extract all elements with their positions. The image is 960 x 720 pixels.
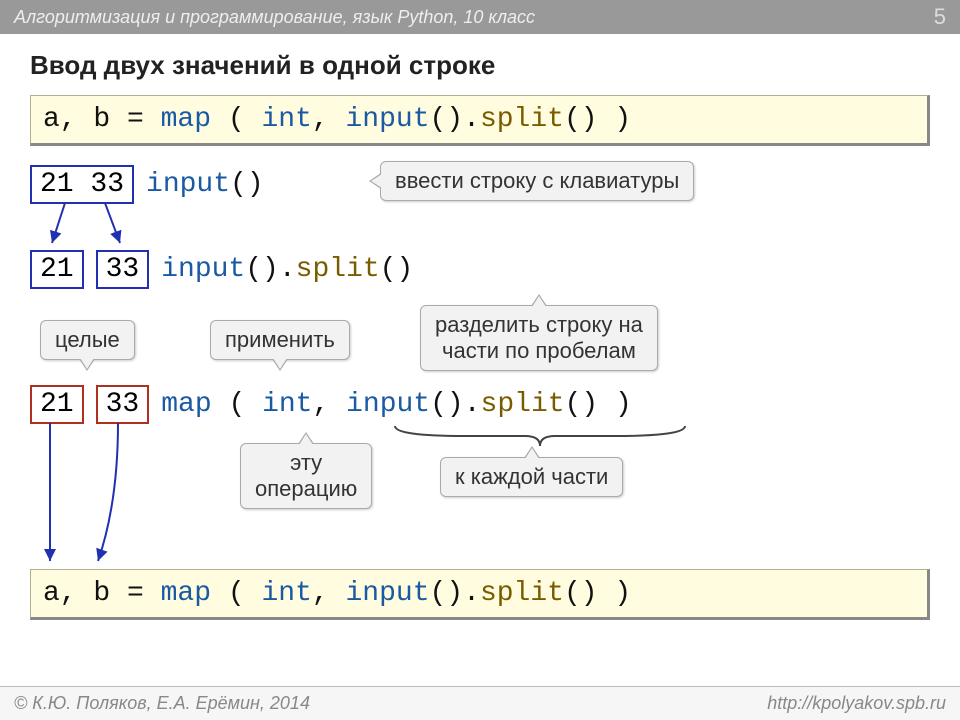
value-33-box: 33 (96, 250, 150, 289)
row-map: 21 33 map ( int, input().split() ) (30, 385, 632, 424)
row-input: 21 33 input() (30, 165, 264, 204)
slide-header: Алгоритмизация и программирование, язык … (0, 0, 960, 34)
copyright-text: © К.Ю. Поляков, Е.А. Ерёмин, 2014 (14, 693, 310, 714)
split-arrows-icon (30, 203, 150, 253)
slide-content: a, b = map ( int, input().split() ) 21 3… (0, 95, 960, 655)
callout-input: ввести строку с клавиатуры (380, 161, 694, 201)
code-block-bottom: a, b = map ( int, input().split() ) (30, 569, 930, 620)
value-21-box: 21 (30, 250, 84, 289)
assign-arrows-icon (28, 423, 158, 573)
underbrace-icon (390, 421, 690, 451)
footer-link[interactable]: http://kpolyakov.spb.ru (767, 693, 946, 714)
value-21-int-box: 21 (30, 385, 84, 424)
code-map-full: map ( int, input().split() ) (161, 389, 632, 420)
row-split: 21 33 input().split() (30, 250, 413, 289)
callout-ints: целые (40, 320, 135, 360)
code-input: input() (146, 169, 264, 200)
subject-text: Алгоритмизация и программирование, язык … (14, 7, 535, 28)
value-pair-box: 21 33 (30, 165, 134, 204)
slide-title: Ввод двух значений в одной строке (0, 34, 960, 91)
slide-footer: © К.Ю. Поляков, Е.А. Ерёмин, 2014 http:/… (0, 686, 960, 720)
code-input-split: input().split() (161, 254, 413, 285)
page-number: 5 (934, 4, 946, 30)
code-block-top: a, b = map ( int, input().split() ) (30, 95, 930, 146)
callout-each-part: к каждой части (440, 457, 623, 497)
callout-this-op: эту операцию (240, 443, 372, 509)
value-33-int-box: 33 (96, 385, 150, 424)
callout-split: разделить строку на части по пробелам (420, 305, 658, 371)
callout-apply: применить (210, 320, 350, 360)
